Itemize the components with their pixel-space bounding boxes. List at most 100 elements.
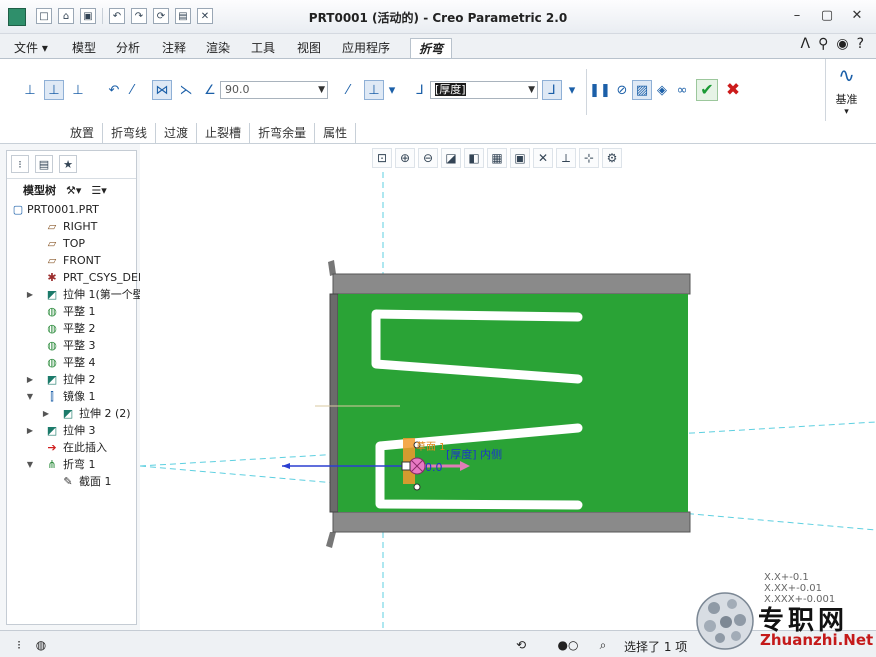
tree-item-label: 拉伸 2 [63,373,96,386]
pause-icon[interactable]: ❚❚ [589,80,611,100]
tree-item[interactable]: ▢ PRT0001.PRT [7,201,136,218]
plate-left-flange [329,293,339,513]
bend-type-icon[interactable]: ⊥ [20,80,40,100]
collapse-arrow-icon[interactable]: ▼ [25,456,35,473]
tree-item[interactable]: ✱ PRT_CSYS_DEF [7,269,144,286]
tree-item[interactable]: ◍ 平整 2 [7,320,136,337]
bend-side-icon[interactable]: ⊥ [44,80,64,100]
extrude-icon: ◩ [46,288,58,301]
dimension-value[interactable]: 0.0 [425,461,443,474]
plate-top-flange [332,273,691,295]
tree-item[interactable]: ▶ ◩ 拉伸 1(第一个壁) [7,286,148,303]
tab-bend[interactable]: 折弯 [410,38,453,58]
flip-angle-side-icon[interactable]: ⁄ [338,80,358,100]
tree-item[interactable]: ➔ 在此插入 [7,439,136,456]
tree-item-label: 在此插入 [63,441,107,454]
favorites-tab-icon[interactable]: ★ [59,155,77,173]
help-icon[interactable]: ? [857,36,864,52]
subtab-bend-line[interactable]: 折弯线 [103,123,157,143]
tree-item-label: TOP [63,237,86,250]
thickness-side-annotation[interactable]: [厚度] 内侧 [446,446,502,462]
section-icon: ✎ [63,475,73,488]
tab-applications[interactable]: 应用程序 [334,38,398,58]
collapse-arrow-icon[interactable]: ▼ [25,388,35,405]
model-tree-panel: ⁝ ▤ ★ 模型树 ⚒▾ ☰▾ ▢ PRT0001.PRT ▱ RIGHT ▱ TOP ▱ F… [6,150,148,625]
flip-angle-icon[interactable]: ⁄ [122,80,142,100]
search-icon[interactable]: ⚲ [818,36,828,52]
tree-item[interactable]: ▱ RIGHT [7,218,136,235]
tree-settings-icon[interactable]: ⚒▾ [66,184,81,197]
thickness-input[interactable]: [厚度] ▼ [430,81,538,99]
expand-arrow-icon[interactable]: ▶ [25,422,35,439]
cancel-cross-icon[interactable]: ✖ [722,79,744,101]
expand-arrow-icon[interactable]: ▶ [41,405,51,422]
tab-render[interactable]: 渲染 [198,38,238,58]
tree-item[interactable]: ▶ ◩ 拉伸 2 (2) [7,405,136,422]
tree-toggle-icon[interactable]: ⁝ [10,636,28,654]
datum-group[interactable]: ∿ 基准 ▾ [825,59,867,121]
browser-toggle-icon[interactable]: ◍ [32,636,50,654]
tree-item[interactable]: ◍ 平整 1 [7,303,136,320]
tab-model[interactable]: 模型 [64,38,104,58]
extrude-icon: ◩ [46,373,58,386]
expand-arrow-icon[interactable]: ▶ [25,286,35,303]
collapse-ribbon-icon[interactable]: ᐱ [801,36,811,52]
binoculars-icon[interactable]: ⌕ [594,636,612,654]
plate-bottom-flange [332,511,691,533]
subtab-properties[interactable]: 属性 [315,123,357,143]
tree-item[interactable]: ▼ ⫿ 镜像 1 [7,388,136,405]
subtab-transition[interactable]: 过渡 [156,123,198,143]
regen-status-icon[interactable]: ⟲ [512,636,530,654]
glasses-icon[interactable]: ∞ [672,80,692,100]
community-icon[interactable]: ◉ [836,36,848,52]
graphics-viewport[interactable]: ⊡ ⊕ ⊖ ◪ ◧ ▦ ▣ ✕ ⟂ ⊹ ⚙ 草面 1 [厚度] 内侧 0.0 X… [140,144,876,630]
direction-arrowhead [282,463,290,469]
precision-line-1: X.X+-0.1 [764,572,809,583]
model-tree-tab-icon[interactable]: ⁝ [11,155,29,173]
folder-browser-tab-icon[interactable]: ▤ [35,155,53,173]
tree-item[interactable]: ▶ ◩ 拉伸 3 [7,422,136,439]
subtab-relief[interactable]: 止裂槽 [197,123,251,143]
maximize-icon[interactable]: ▢ [818,6,836,24]
tree-item-label: 拉伸 2 (2) [79,407,131,420]
radius-measure-icon[interactable]: ⅃ [542,80,562,100]
tree-columns-icon[interactable]: ☰▾ [91,184,106,197]
sketch-tag[interactable]: 草面 1 [416,438,446,453]
tab-annotate[interactable]: 注释 [154,38,194,58]
subtab-placement[interactable]: 放置 [62,123,104,143]
model-tree-header: 模型树 ⚒▾ ☰▾ [7,179,136,201]
flip-direction-icon[interactable]: ↶ [104,80,124,100]
expand-arrow-icon[interactable]: ▶ [25,371,35,388]
close-icon[interactable]: ✕ [848,6,866,24]
tree-item[interactable]: ◍ 平整 4 [7,354,136,371]
tree-item[interactable]: ◍ 平整 3 [7,337,136,354]
confirm-check-icon[interactable]: ✔ [696,79,718,101]
bend-angle-icon[interactable]: ⋈ [152,80,172,100]
tab-tools[interactable]: 工具 [243,38,283,58]
angle-input[interactable]: 90.0 ▼ [220,81,328,99]
tree-item[interactable]: ✎ 截面 1 [7,473,136,490]
radius-measure-dropdown-icon[interactable]: ▾ [566,80,578,100]
bend-other-side-icon[interactable]: ⊥ [68,80,88,100]
bend-roll-icon[interactable]: ⋋ [176,80,196,100]
tab-analysis[interactable]: 分析 [108,38,148,58]
minimize-icon[interactable]: – [788,6,806,24]
tree-item-label: PRT_CSYS_DEF [63,271,145,284]
panel-tabs: ⁝ ▤ ★ [7,151,136,179]
radius-side-icon[interactable]: ⊥ [364,80,384,100]
tree-item[interactable]: ▱ TOP [7,235,136,252]
tree-item[interactable]: ▶ ◩ 拉伸 2 [7,371,136,388]
model-tree: ▢ PRT0001.PRT ▱ RIGHT ▱ TOP ▱ FRONT ✱ PRT_CSYS_DE… [7,201,148,490]
preview-icon[interactable]: ▨ [632,80,652,100]
tab-view[interactable]: 视图 [289,38,329,58]
tree-item[interactable]: ▼ ⋔ 折弯 1 [7,456,136,473]
tree-item[interactable]: ▱ FRONT [7,252,136,269]
verify-icon[interactable]: ◈ [652,80,672,100]
ribbon-subtabs: 放置 折弯线 过渡 止裂槽 折弯余量 属性 [62,123,357,143]
tab-file[interactable]: 文件 ▾ [6,38,56,58]
chevron-down-icon: ▾ [844,107,849,117]
subtab-bend-allowance[interactable]: 折弯余量 [250,123,316,143]
no-preview-icon[interactable]: ⊘ [612,80,632,100]
model-canvas[interactable] [140,144,876,630]
radius-side-dropdown-icon[interactable]: ▾ [386,80,398,100]
